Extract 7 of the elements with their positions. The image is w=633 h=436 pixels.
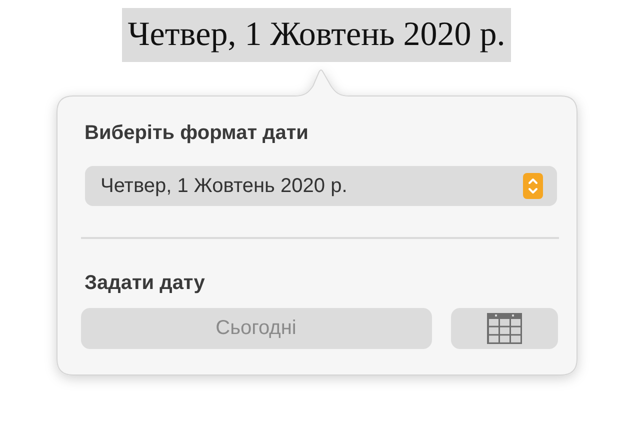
stepper-icon	[522, 173, 542, 199]
calendar-button[interactable]	[450, 308, 558, 349]
calendar-icon	[486, 313, 522, 344]
date-format-popup[interactable]: Четвер, 1 Жовтень 2020 р.	[84, 166, 556, 206]
set-date-heading: Задати дату	[84, 271, 206, 295]
format-heading: Виберіть формат дати	[84, 121, 310, 145]
selected-date-text: Четвер, 1 Жовтень 2020 р.	[122, 8, 512, 62]
